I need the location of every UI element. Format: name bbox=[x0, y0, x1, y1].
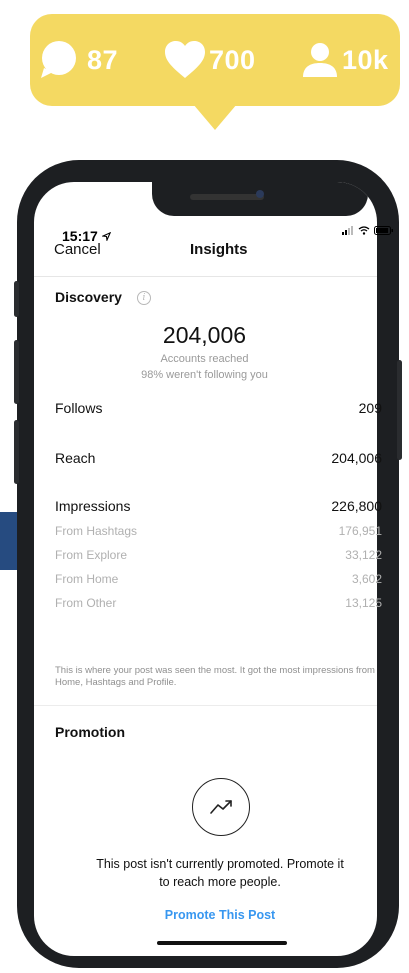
user-icon bbox=[303, 43, 337, 77]
followers-count: 10k bbox=[342, 44, 389, 75]
source-row-value: 3,602 bbox=[351, 572, 382, 586]
promotion-message-line2: to reach more people. bbox=[159, 875, 281, 889]
reach-label: Reach bbox=[55, 450, 96, 466]
home-indicator[interactable] bbox=[157, 941, 287, 945]
likes-count: 700 bbox=[209, 44, 256, 75]
likes-stat: 700 bbox=[163, 32, 256, 88]
section-divider bbox=[34, 705, 377, 706]
page-title: Insights bbox=[190, 241, 248, 258]
follows-label: Follows bbox=[55, 400, 103, 416]
accounts-reached-value: 204,006 bbox=[162, 322, 247, 348]
status-icons bbox=[342, 226, 394, 235]
source-row-value: 13,125 bbox=[345, 596, 382, 610]
discovery-note: This is where your post was seen the mos… bbox=[55, 665, 375, 688]
source-row-label: From Home bbox=[55, 572, 119, 586]
followers-stat: 10k bbox=[300, 32, 389, 88]
impressions-value: 226,800 bbox=[331, 498, 382, 514]
phone-speaker bbox=[190, 194, 264, 200]
comments-stat: 87 bbox=[37, 32, 118, 88]
accounts-reached-label: Accounts reached bbox=[160, 353, 249, 365]
phone-camera bbox=[256, 190, 264, 198]
trending-up-icon bbox=[210, 800, 232, 814]
signal-icon bbox=[342, 226, 353, 235]
phone-volume-down-button bbox=[14, 420, 19, 484]
notification-bubble-tail bbox=[193, 104, 237, 130]
source-row-label: From Other bbox=[55, 596, 117, 610]
heart-icon bbox=[165, 41, 205, 78]
source-row-label: From Explore bbox=[55, 548, 128, 562]
location-arrow-icon bbox=[100, 231, 111, 243]
impressions-label: Impressions bbox=[55, 498, 131, 514]
follows-value: 209 bbox=[358, 400, 382, 416]
source-row-label: From Hashtags bbox=[55, 524, 138, 538]
not-following-label: 98% weren't following you bbox=[141, 369, 268, 381]
battery-icon bbox=[374, 226, 393, 235]
info-icon[interactable]: i bbox=[137, 291, 151, 305]
nav-divider bbox=[34, 276, 377, 277]
comments-count: 87 bbox=[87, 44, 119, 75]
comment-icon bbox=[41, 41, 76, 78]
promotion-message: This post isn't currently promoted. Prom… bbox=[96, 857, 344, 871]
promotion-title: Promotion bbox=[55, 724, 125, 740]
promotion-chart-icon bbox=[192, 778, 250, 836]
wifi-icon bbox=[358, 226, 370, 235]
reach-value: 204,006 bbox=[331, 450, 382, 466]
source-row-value: 33,122 bbox=[345, 548, 382, 562]
phone-mute-button bbox=[14, 281, 19, 317]
source-row-value: 176,951 bbox=[338, 524, 382, 538]
promote-this-post-link[interactable]: Promote This Post bbox=[0, 908, 409, 922]
discovery-title: Discovery bbox=[55, 289, 122, 305]
cancel-button[interactable]: Cancel bbox=[54, 241, 101, 258]
